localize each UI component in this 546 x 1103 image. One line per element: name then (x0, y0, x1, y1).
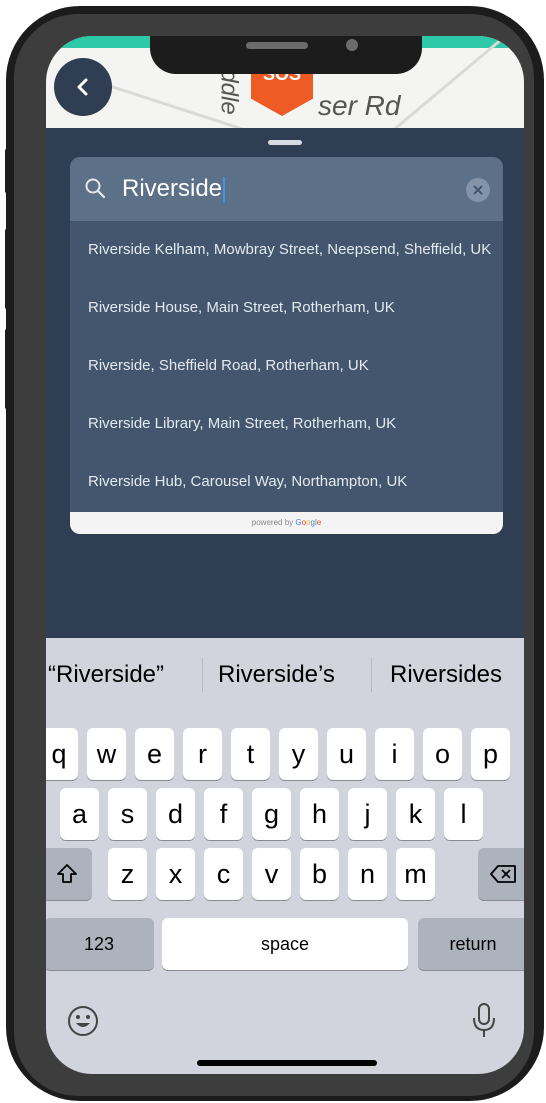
clear-icon[interactable] (466, 178, 490, 202)
keyboard: “Riverside” Riverside’s Riversides q w e… (46, 638, 524, 1074)
result-item[interactable]: Riverside Hub, Carousel Way, Northampton… (70, 453, 503, 511)
key-g[interactable]: g (252, 788, 291, 840)
search-icon (85, 178, 106, 199)
key-y[interactable]: y (279, 728, 318, 780)
key-e[interactable]: e (135, 728, 174, 780)
search-card: Riverside Riverside Kelham, Mowbray Stre… (70, 157, 503, 534)
key-d[interactable]: d (156, 788, 195, 840)
key-b[interactable]: b (300, 848, 339, 900)
shift-icon (57, 864, 77, 883)
key-s[interactable]: s (108, 788, 147, 840)
result-item[interactable]: Riverside House, Main Street, Rotherham,… (70, 279, 503, 337)
result-item[interactable]: Riverside Library, Main Street, Rotherha… (70, 395, 503, 453)
home-indicator[interactable] (197, 1060, 377, 1066)
back-button[interactable] (54, 58, 112, 116)
suggestion-divider (371, 658, 372, 692)
key-z[interactable]: z (108, 848, 147, 900)
return-key[interactable]: return (418, 918, 524, 970)
key-v[interactable]: v (252, 848, 291, 900)
key-q[interactable]: q (46, 728, 78, 780)
key-i[interactable]: i (375, 728, 414, 780)
suggestion-divider (202, 658, 203, 692)
google-logo: Google (295, 518, 322, 527)
suggestion-item[interactable]: Riversides (390, 658, 502, 692)
result-item[interactable]: Riverside Kelham, Mowbray Street, Neepse… (70, 221, 503, 279)
key-k[interactable]: k (396, 788, 435, 840)
google-attribution: powered by Google (70, 512, 503, 534)
key-j[interactable]: j (348, 788, 387, 840)
backspace-key[interactable] (478, 848, 524, 900)
key-a[interactable]: a (60, 788, 99, 840)
key-h[interactable]: h (300, 788, 339, 840)
text-caret (223, 176, 226, 203)
key-o[interactable]: o (423, 728, 462, 780)
key-n[interactable]: n (348, 848, 387, 900)
search-bar[interactable]: Riverside (70, 157, 503, 221)
key-p[interactable]: p (471, 728, 510, 780)
key-f[interactable]: f (204, 788, 243, 840)
key-x[interactable]: x (156, 848, 195, 900)
numbers-key[interactable]: 123 (46, 918, 154, 970)
backspace-icon (490, 865, 516, 883)
clear-x-glyph (473, 185, 483, 195)
powered-by-text: powered by (251, 518, 294, 527)
key-u[interactable]: u (327, 728, 366, 780)
search-query-text: Riverside (122, 175, 223, 202)
front-camera (346, 39, 358, 51)
result-item[interactable]: Riverside, Sheffield Road, Rotherham, UK (70, 337, 503, 395)
microphone-icon[interactable] (470, 1002, 498, 1040)
key-w[interactable]: w (87, 728, 126, 780)
phone-screen: ddle ser Rd SOS Riverside Riverside Kelh… (46, 36, 524, 1074)
suggestion-bar: “Riverside” Riverside’s Riversides (46, 638, 524, 712)
suggestion-item[interactable]: “Riverside” (48, 658, 164, 692)
space-key[interactable]: space (162, 918, 408, 970)
search-input[interactable]: Riverside (122, 173, 226, 205)
road-label-right: ser Rd (318, 90, 401, 121)
back-chevron-icon (77, 78, 88, 96)
shift-key[interactable] (46, 848, 92, 900)
key-m[interactable]: m (396, 848, 435, 900)
emoji-icon[interactable] (66, 1004, 100, 1038)
key-r[interactable]: r (183, 728, 222, 780)
results-list: Riverside Kelham, Mowbray Street, Neepse… (70, 221, 503, 511)
road-label-left: ddle (215, 69, 243, 115)
sheet-drag-handle[interactable] (268, 140, 302, 145)
suggestion-item[interactable]: Riverside’s (218, 658, 335, 692)
key-c[interactable]: c (204, 848, 243, 900)
phone-notch (150, 36, 422, 74)
speaker-grille (246, 42, 308, 49)
key-l[interactable]: l (444, 788, 483, 840)
key-t[interactable]: t (231, 728, 270, 780)
